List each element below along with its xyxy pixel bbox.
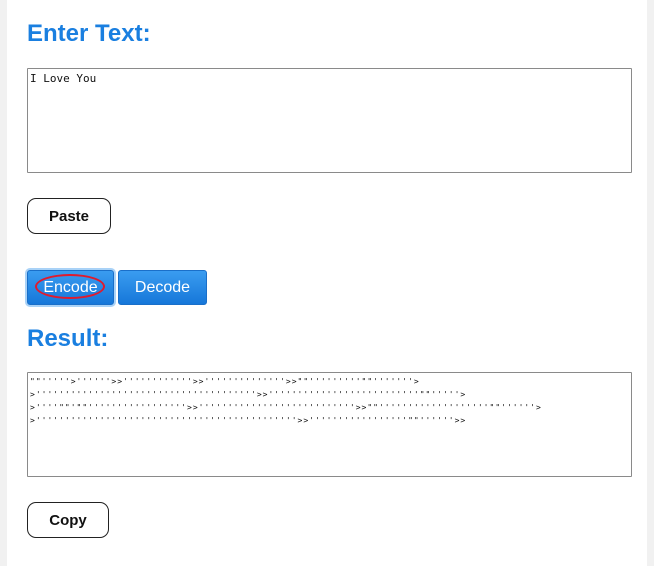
- enter-text-heading: Enter Text:: [27, 20, 151, 47]
- copy-button[interactable]: Copy: [27, 502, 109, 538]
- result-textarea[interactable]: ""'''''>''''''>>''''''''''''>>''''''''''…: [27, 372, 632, 477]
- decode-button-label: Decode: [134, 278, 191, 296]
- paste-button[interactable]: Paste: [27, 198, 111, 234]
- result-heading: Result:: [27, 325, 109, 352]
- copy-button-label: Copy: [49, 511, 87, 529]
- input-textarea[interactable]: I Love You: [27, 68, 632, 173]
- decode-button[interactable]: Decode: [118, 270, 207, 305]
- encode-button-label: Encode: [43, 278, 98, 296]
- encode-button[interactable]: Encode: [27, 270, 114, 305]
- paste-button-label: Paste: [48, 207, 90, 225]
